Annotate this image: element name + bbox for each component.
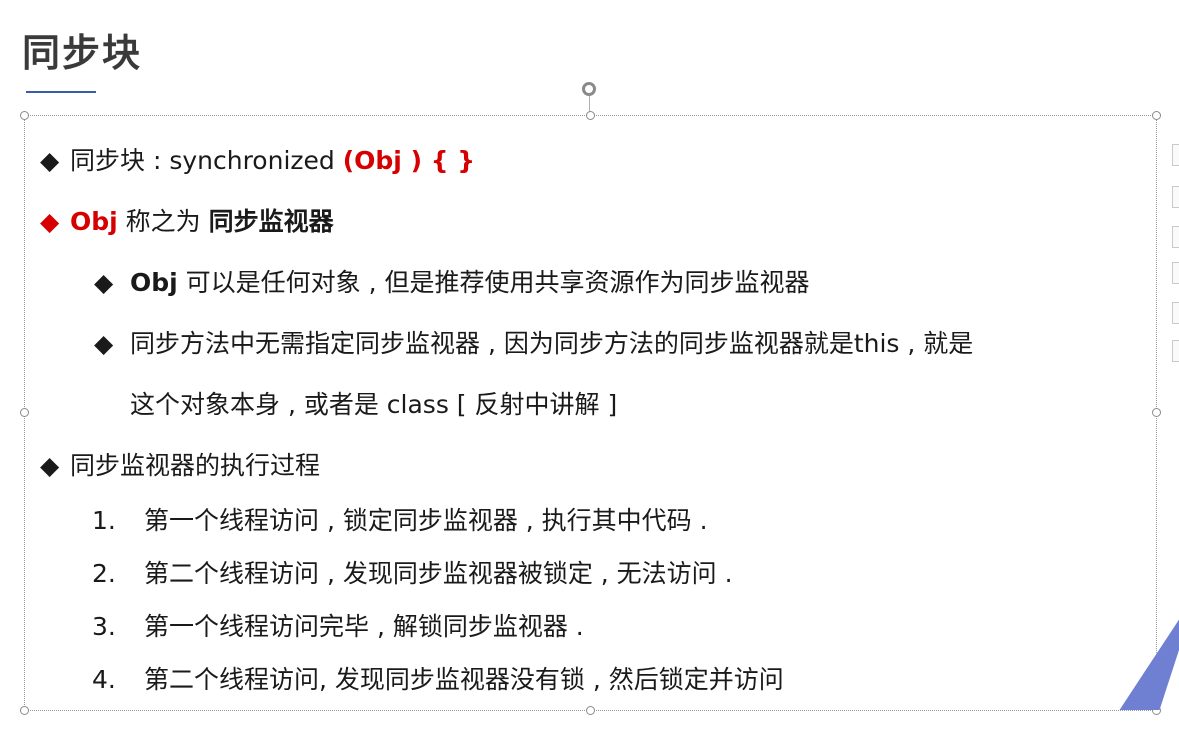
bullet-text: 可以是任何对象 , 但是推荐使用共享资源作为同步监视器: [177, 268, 810, 297]
diamond-bullet-icon: ◆: [94, 329, 114, 358]
resize-handle-top-left[interactable]: [20, 111, 29, 120]
sub-bullet-any-object: ◆ Obj 可以是任何对象 , 但是推荐使用共享资源作为同步监视器: [94, 270, 810, 295]
slide-title: 同步块: [22, 31, 143, 75]
code-snippet: (Obj ) { }: [342, 146, 475, 175]
diamond-bullet-icon: ◆: [40, 146, 60, 175]
side-toolbar-button[interactable]: [1172, 262, 1179, 284]
bullet-text-line1: 同步方法中无需指定同步监视器 , 因为同步方法的同步监视器就是this , 就是: [130, 329, 974, 358]
step-text: 第二个线程访问 , 发现同步监视器被锁定 , 无法访问 .: [144, 559, 733, 588]
bullet-execution-process: ◆ 同步监视器的执行过程: [40, 453, 320, 478]
step-number: 3.: [92, 612, 116, 641]
sub-bullet-sync-method: ◆ 同步方法中无需指定同步监视器 , 因为同步方法的同步监视器就是this , 就…: [94, 331, 973, 356]
bullet-text: 同步块 : synchronized: [70, 146, 343, 175]
resize-handle-right[interactable]: [1152, 408, 1161, 417]
side-toolbar-button[interactable]: [1172, 302, 1179, 324]
resize-handle-top[interactable]: [586, 111, 595, 120]
diamond-bullet-icon: ◆: [40, 207, 60, 236]
bullet-obj-monitor: ◆ Obj 称之为 同步监视器: [40, 209, 334, 234]
obj-keyword: Obj: [130, 268, 178, 297]
resize-handle-bottom[interactable]: [586, 706, 595, 715]
step-text: 第一个线程访问完毕 , 解锁同步监视器 .: [144, 612, 584, 641]
side-toolbar-button[interactable]: [1172, 340, 1179, 362]
step-item: 1. 第一个线程访问 , 锁定同步监视器 , 执行其中代码 .: [92, 508, 708, 533]
step-text: 第一个线程访问 , 锁定同步监视器 , 执行其中代码 .: [144, 506, 708, 535]
step-number: 4.: [92, 665, 116, 694]
monitor-term: 同步监视器: [208, 207, 334, 236]
obj-keyword: Obj: [70, 207, 118, 236]
side-toolbar-button[interactable]: [1172, 144, 1179, 166]
diamond-bullet-icon: ◆: [40, 451, 60, 480]
bullet-text-line2: 这个对象本身 , 或者是 class [ 反射中讲解 ]: [130, 390, 618, 419]
bullet-text: 称之为: [117, 207, 209, 236]
title-underline: [26, 91, 96, 93]
side-toolbar-button[interactable]: [1172, 186, 1179, 208]
resize-handle-left[interactable]: [20, 408, 29, 417]
diamond-bullet-icon: ◆: [94, 268, 114, 297]
step-number: 1.: [92, 506, 116, 535]
rotate-handle-icon[interactable]: [582, 82, 596, 96]
step-text: 第二个线程访问, 发现同步监视器没有锁 , 然后锁定并访问: [144, 665, 784, 694]
side-toolbar-button[interactable]: [1172, 226, 1179, 248]
bullet-text: 同步监视器的执行过程: [70, 451, 321, 480]
step-number: 2.: [92, 559, 116, 588]
resize-handle-top-right[interactable]: [1152, 111, 1161, 120]
step-item: 4. 第二个线程访问, 发现同步监视器没有锁 , 然后锁定并访问: [92, 667, 784, 692]
bullet-sync-block: ◆ 同步块 : synchronized (Obj ) { }: [40, 148, 475, 173]
step-item: 2. 第二个线程访问 , 发现同步监视器被锁定 , 无法访问 .: [92, 561, 733, 586]
step-item: 3. 第一个线程访问完毕 , 解锁同步监视器 .: [92, 614, 584, 639]
resize-handle-bottom-left[interactable]: [20, 706, 29, 715]
